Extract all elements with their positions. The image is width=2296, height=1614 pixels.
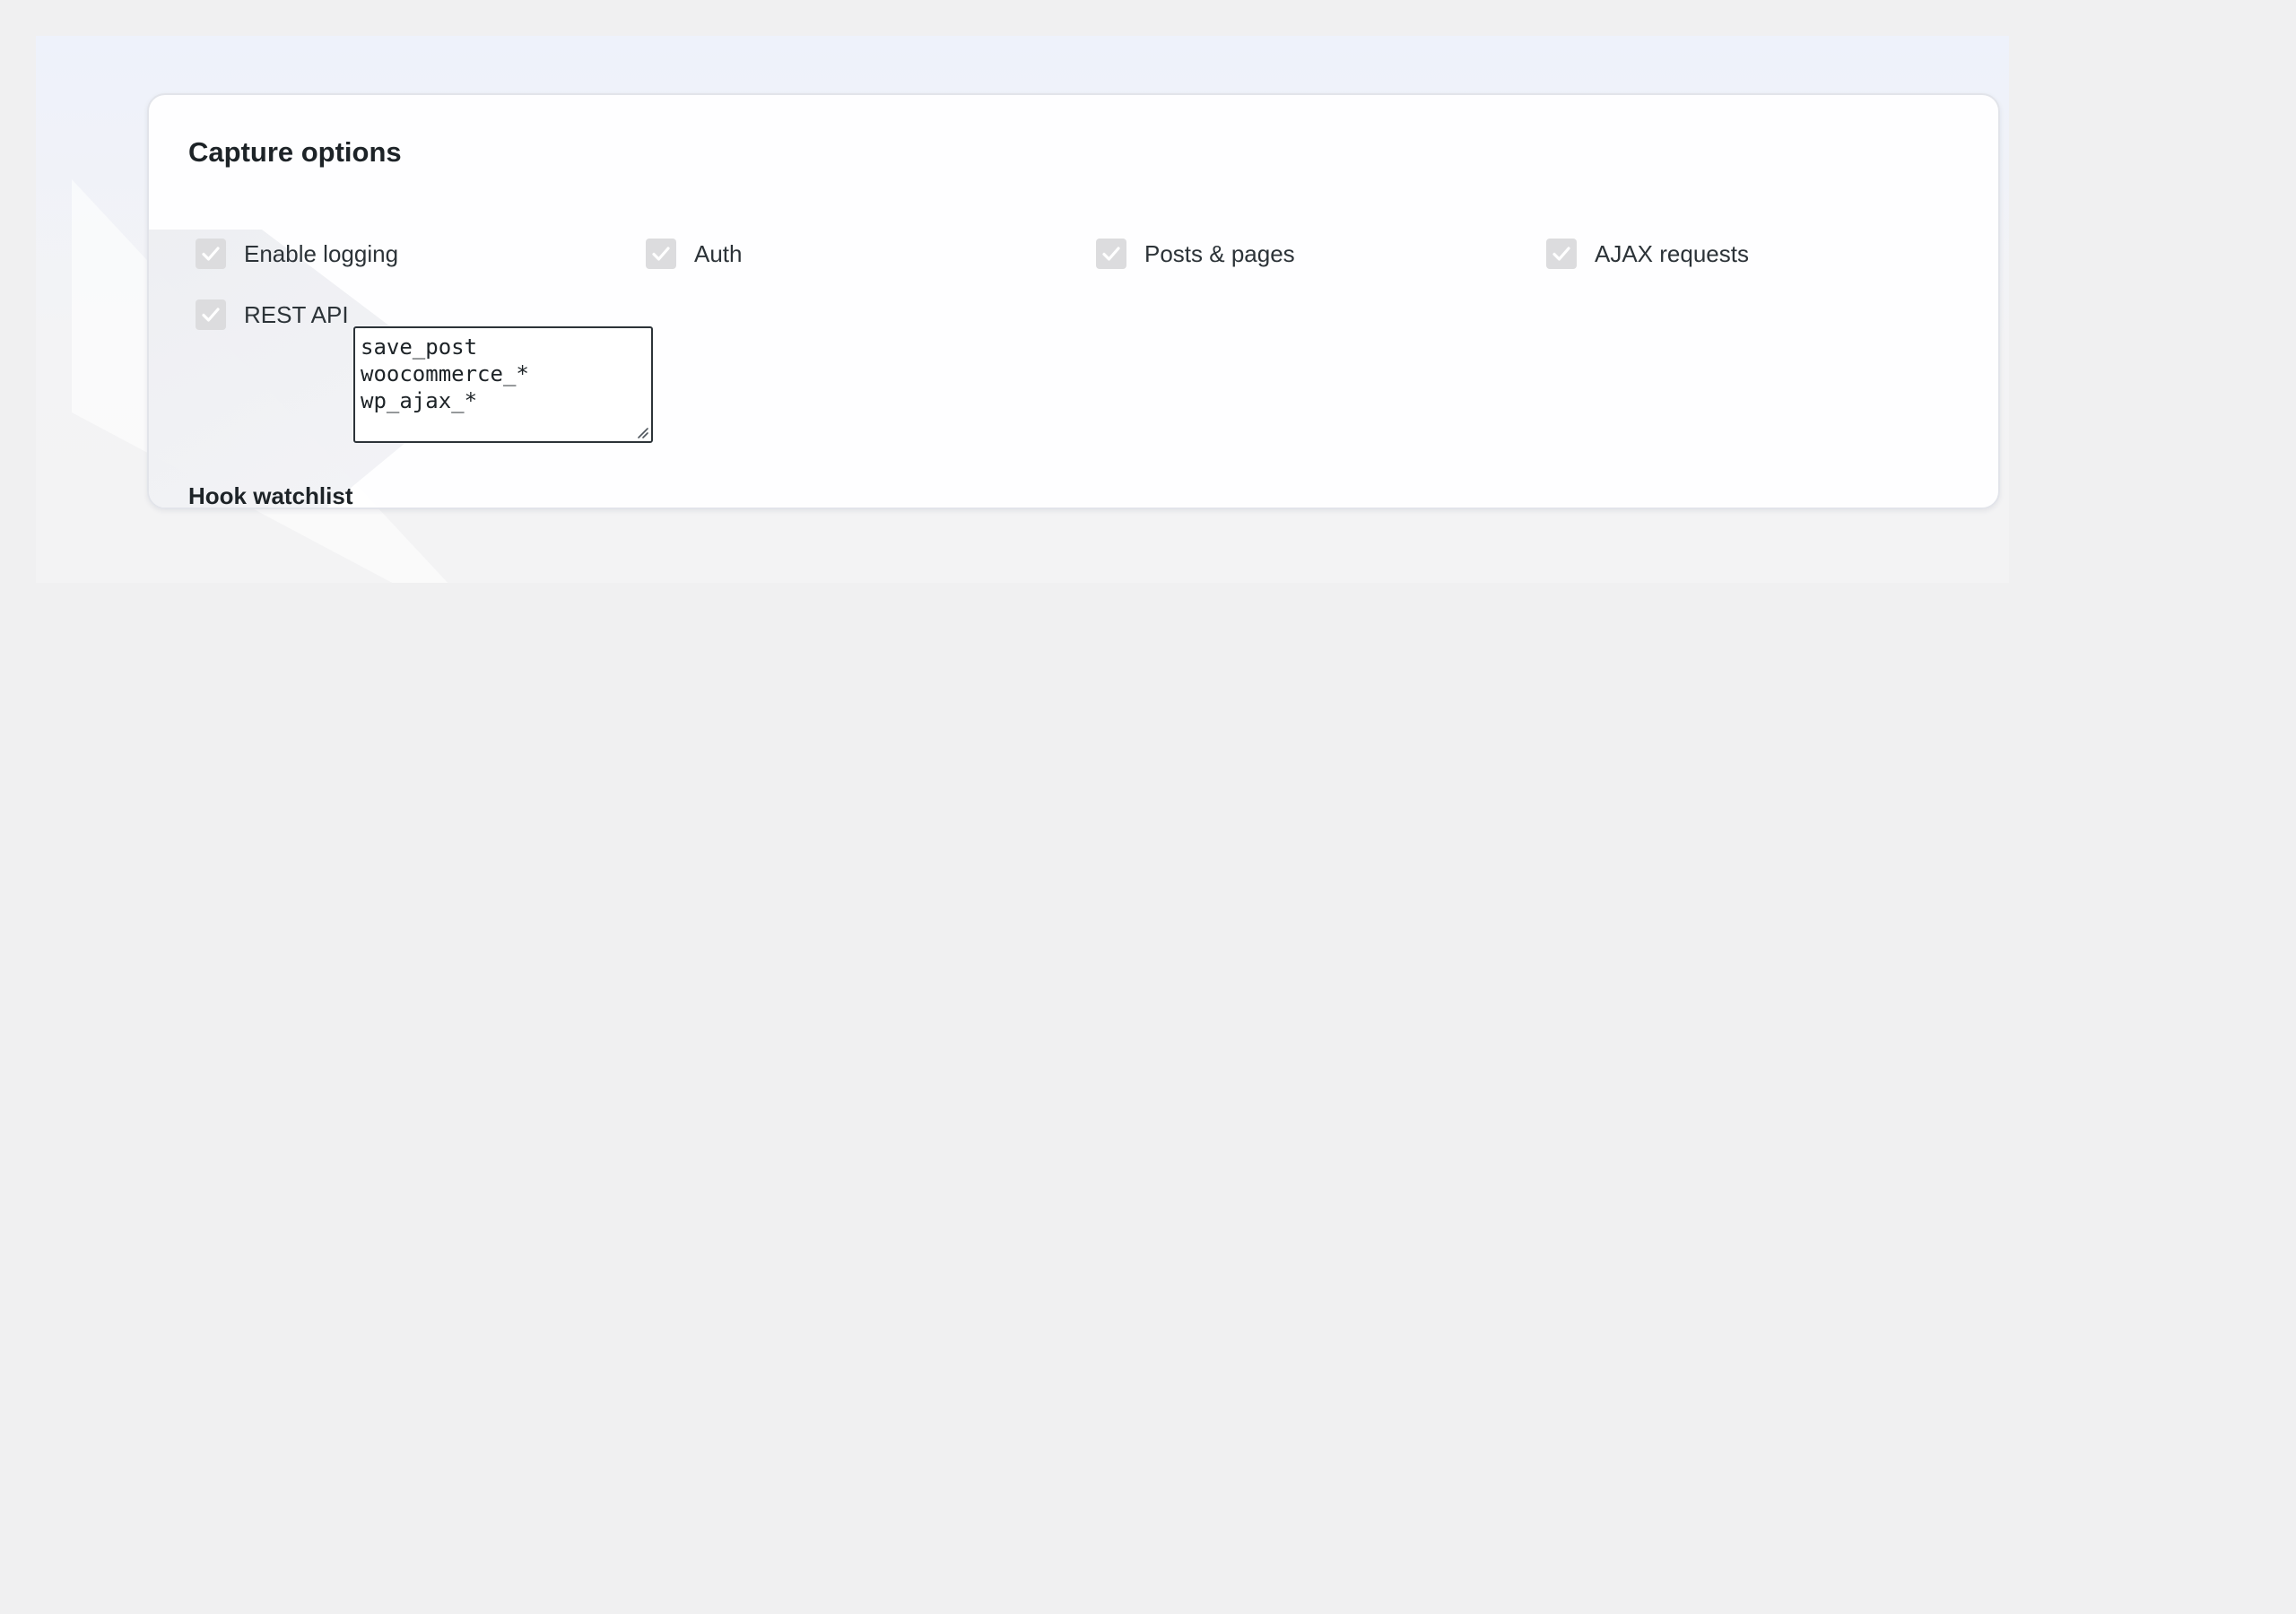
enable-logging-label: Enable logging [244,239,399,267]
rest-api-checkbox[interactable]: REST API [188,297,349,333]
rest-api-label: REST API [244,300,349,328]
resize-grip-icon[interactable] [634,424,648,438]
checkmark-icon[interactable] [196,299,226,330]
hook-watchlist-line: wp_ajax_* [361,388,478,413]
checkmark-icon[interactable] [646,239,676,269]
settings-page-background: Capture options Enable logging Auth Post… [36,36,2009,583]
posts-pages-label: Posts & pages [1144,239,1295,267]
checkmark-icon[interactable] [1546,239,1577,269]
card-title: Capture options [188,136,402,168]
ajax-requests-checkbox[interactable]: AJAX requests [1539,236,1749,272]
hook-watchlist-line: save_post [361,334,478,360]
ajax-requests-label: AJAX requests [1595,239,1749,267]
hook-watchlist-textarea[interactable]: save_post woocommerce_* wp_ajax_* [353,326,653,443]
hook-watchlist-label: Hook watchlist [188,482,353,509]
auth-label: Auth [694,239,743,267]
auth-checkbox[interactable]: Auth [639,236,743,272]
checkmark-icon[interactable] [196,239,226,269]
enable-logging-checkbox[interactable]: Enable logging [188,236,398,272]
capture-options-card: Capture options Enable logging Auth Post… [147,93,2000,509]
hook-watchlist-line: woocommerce_* [361,361,529,386]
posts-pages-checkbox[interactable]: Posts & pages [1089,236,1295,272]
checkmark-icon[interactable] [1096,239,1126,269]
